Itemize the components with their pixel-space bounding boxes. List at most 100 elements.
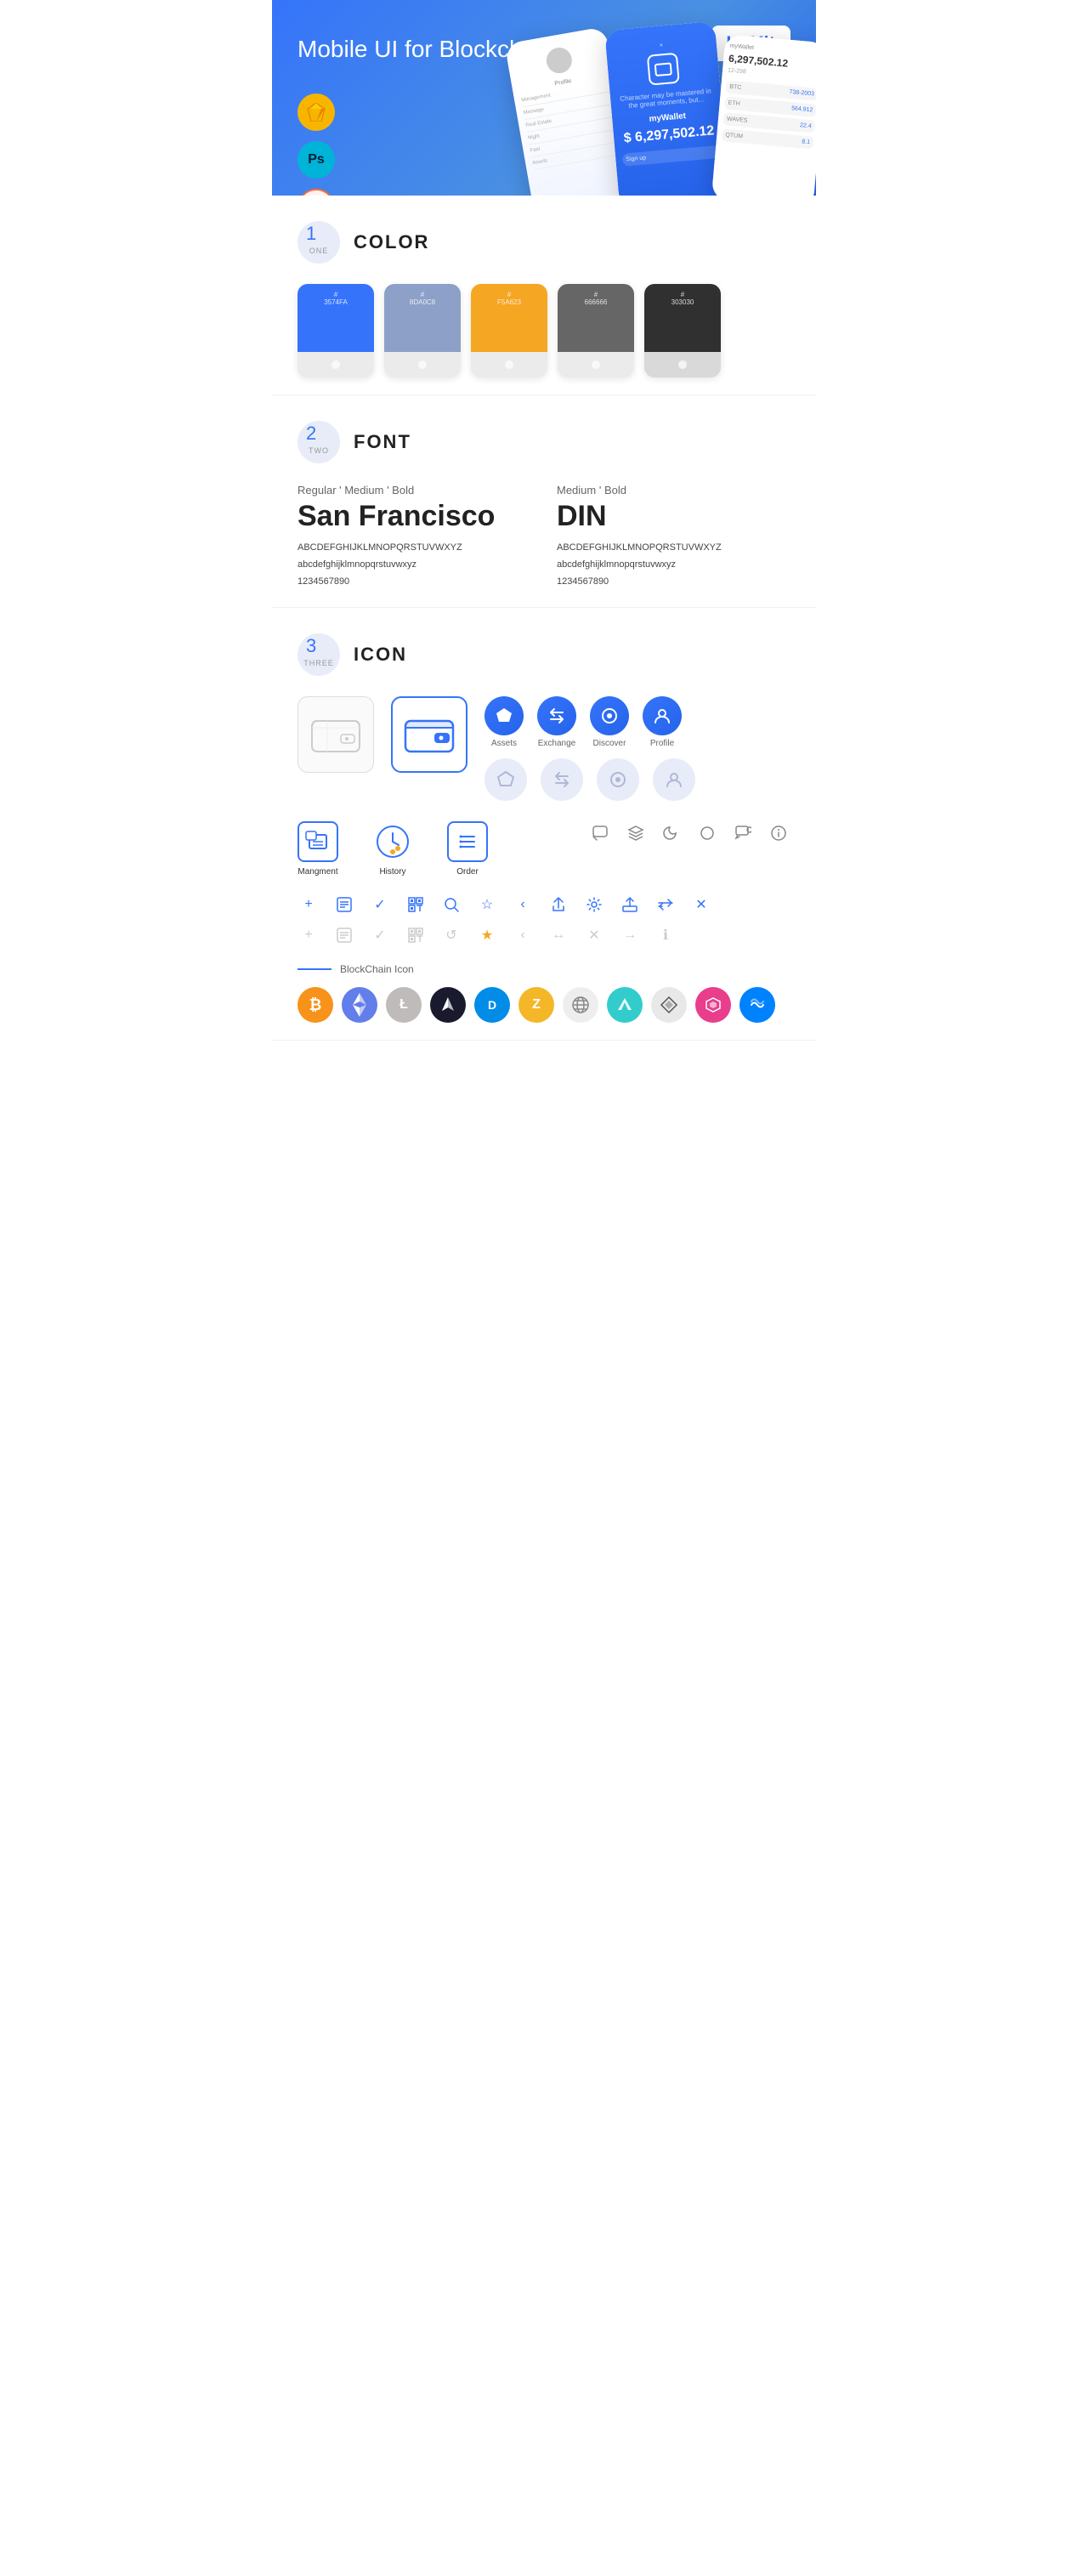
blockchain-divider <box>298 968 332 970</box>
circle-icon <box>695 821 719 845</box>
swatch-orange: #F5A623 <box>471 284 547 377</box>
chevron-left-icon: ‹ <box>512 894 534 916</box>
star-icon: ☆ <box>476 894 498 916</box>
icon-top-row: Assets Exchange Discover <box>298 696 790 801</box>
swatch-gray-blue: #8DA0C8 <box>384 284 461 377</box>
upload-icon <box>619 894 641 916</box>
search-icon <box>440 894 462 916</box>
ps-badge: Ps <box>298 141 335 179</box>
blockchain-label-line: BlockChain Icon <box>298 963 790 975</box>
forward-gray-icon: → <box>619 924 641 946</box>
gear-icon <box>583 894 605 916</box>
icon-section-title: ICON <box>354 644 407 666</box>
phone-mockup-3: myWallet 6,297,502.12 12-298 BTC738-2003… <box>711 34 816 196</box>
color-section-num: 1 ONE <box>298 221 340 264</box>
matic-icon <box>695 987 731 1023</box>
ark-icon <box>607 987 643 1023</box>
hero-phones: Profile Management Message Real Estate N… <box>502 26 816 196</box>
check-gray-icon: ✓ <box>369 924 391 946</box>
exchange-icon <box>537 696 576 735</box>
history-icon-item: History <box>372 821 413 877</box>
close-icon: ✕ <box>690 894 712 916</box>
font-section-num: 2 TWO <box>298 421 340 463</box>
history-icon <box>372 821 413 862</box>
share-icon <box>547 894 570 916</box>
zcash-icon: Z <box>518 987 554 1023</box>
wallet-wireframe-icon <box>298 696 374 773</box>
discover-ghost-icon <box>597 758 639 801</box>
font-din: Medium ' Bold DIN ABCDEFGHIJKLMNOPQRSTUV… <box>557 484 790 590</box>
plus-icon: + <box>298 894 320 916</box>
stratis-icon <box>740 987 775 1023</box>
arrows-gray-icon: ↔ <box>547 924 570 946</box>
profile-icon <box>643 696 682 735</box>
blockchain-label: BlockChain Icon <box>340 963 414 975</box>
profile-ghost-icon <box>653 758 695 801</box>
close-gray-icon: ✕ <box>583 924 605 946</box>
swatch-dark: #303030 <box>644 284 721 377</box>
font-section-title: FONT <box>354 431 411 453</box>
info-gray-icon: ℹ <box>654 924 677 946</box>
swap-icon <box>654 894 677 916</box>
management-icon-item: Mangment <box>298 821 338 877</box>
icon-section-num: 3 THREE <box>298 633 340 676</box>
network-icon <box>563 987 598 1023</box>
wallet-filled-icon <box>391 696 468 773</box>
order-icon <box>447 821 488 862</box>
screens-badge: 60+ Screens <box>298 189 335 196</box>
check-icon: ✓ <box>369 894 391 916</box>
plus-gray-icon: + <box>298 924 320 946</box>
util-icons-row-blue: + ✓ ☆ ‹ ✕ <box>298 894 790 916</box>
profile-icon-item: Profile <box>643 696 682 748</box>
qr-icon <box>405 894 427 916</box>
chat-icon <box>588 821 612 845</box>
note-gray-icon <box>333 924 355 946</box>
util-icons-row-gray: + ✓ ↺ ★ ‹ ↔ ✕ → ℹ <box>298 924 790 946</box>
management-icon <box>298 821 338 862</box>
assets-icon-item: Assets <box>484 696 524 748</box>
info-icon <box>767 821 790 845</box>
exchange-icon-item: Exchange <box>537 696 576 748</box>
ethereum-icon <box>342 987 377 1023</box>
phone-mockup-2: × Character may be mastered in the great… <box>604 21 730 196</box>
refresh-gray-icon: ↺ <box>440 924 462 946</box>
bitcoin-icon: ₿ <box>298 987 333 1023</box>
litecoin-icon: Ł <box>386 987 422 1023</box>
misc-icons-col <box>588 821 790 845</box>
discover-icon <box>590 696 629 735</box>
diamond-icon <box>651 987 687 1023</box>
chevron-left-gray-icon: ‹ <box>512 924 534 946</box>
nav-icons-group: Assets Exchange Discover <box>484 696 695 801</box>
font-section-header: 2 TWO FONT <box>298 421 790 463</box>
swatch-gray: #666666 <box>558 284 634 377</box>
color-section-header: 1 ONE COLOR <box>298 221 790 264</box>
assets-ghost-icon <box>484 758 527 801</box>
dash-icon: D <box>474 987 510 1023</box>
star-active-icon: ★ <box>476 924 498 946</box>
font-grid: Regular ' Medium ' Bold San Francisco AB… <box>298 484 790 590</box>
order-icon-item: Order <box>447 821 488 877</box>
nav-icons-row-ghost <box>484 758 695 801</box>
discover-icon-item: Discover <box>590 696 629 748</box>
icon-section-header: 3 THREE ICON <box>298 633 790 676</box>
color-swatches: #3574FA #8DA0C8 #F5A623 #666666 #303030 <box>298 284 790 377</box>
color-section-title: COLOR <box>354 231 429 253</box>
color-section: 1 ONE COLOR #3574FA #8DA0C8 #F5A623 #666… <box>272 196 816 395</box>
font-sf: Regular ' Medium ' Bold San Francisco AB… <box>298 484 531 590</box>
exchange-ghost-icon <box>541 758 583 801</box>
crypto-coins-row: ₿ Ł D Z <box>298 987 790 1023</box>
swatch-blue: #3574FA <box>298 284 374 377</box>
hero-badges: Ps 60+ Screens <box>298 94 335 196</box>
misc-icons-row1 <box>588 821 790 845</box>
moon-icon <box>660 821 683 845</box>
speech-bubble-icon <box>731 821 755 845</box>
assets-icon <box>484 696 524 735</box>
management-row: Mangment History <box>298 821 790 877</box>
sketch-badge <box>298 94 335 131</box>
note-icon <box>333 894 355 916</box>
nav-icons-row-filled: Assets Exchange Discover <box>484 696 695 748</box>
icon-section: 3 THREE ICON <box>272 608 816 1041</box>
hero-section: Mobile UI for Blockchain Wallet UI Kit P… <box>272 0 816 196</box>
wing-icon <box>430 987 466 1023</box>
qr-gray-icon <box>405 924 427 946</box>
